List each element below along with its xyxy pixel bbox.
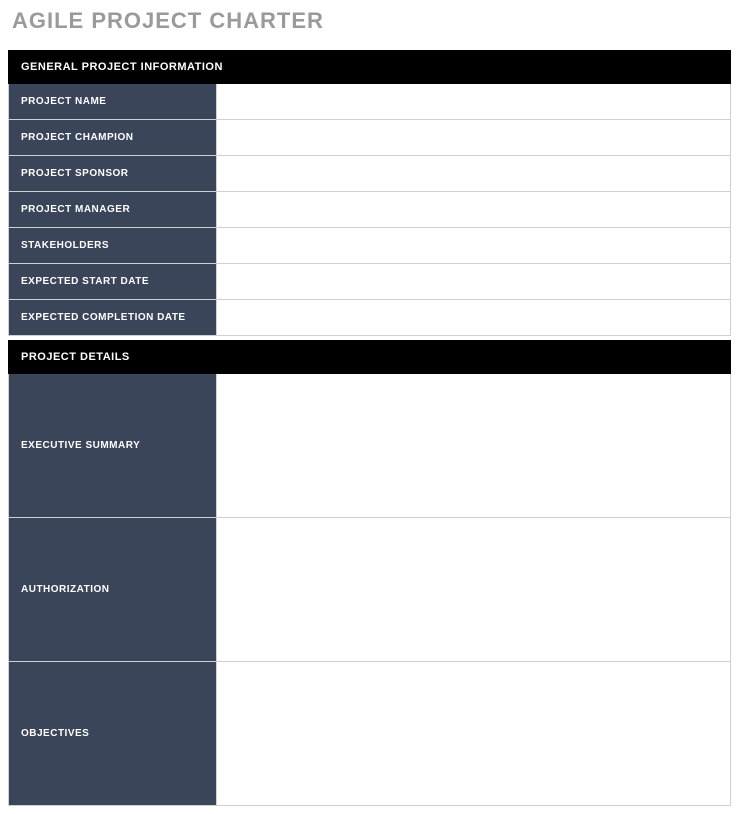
- row-executive-summary: EXECUTIVE SUMMARY: [8, 374, 731, 518]
- label-expected-start: EXPECTED START DATE: [9, 264, 217, 299]
- label-project-sponsor: PROJECT SPONSOR: [9, 156, 217, 191]
- label-project-champion: PROJECT CHAMPION: [9, 120, 217, 155]
- section-header-details: PROJECT DETAILS: [8, 340, 731, 374]
- value-expected-completion[interactable]: [217, 300, 730, 335]
- label-expected-completion: EXPECTED COMPLETION DATE: [9, 300, 217, 335]
- row-project-sponsor: PROJECT SPONSOR: [8, 156, 731, 192]
- value-project-champion[interactable]: [217, 120, 730, 155]
- label-project-name: PROJECT NAME: [9, 84, 217, 119]
- row-project-manager: PROJECT MANAGER: [8, 192, 731, 228]
- label-objectives: OBJECTIVES: [9, 662, 217, 805]
- row-objectives: OBJECTIVES: [8, 662, 731, 806]
- label-stakeholders: STAKEHOLDERS: [9, 228, 217, 263]
- page-title: AGILE PROJECT CHARTER: [12, 8, 731, 34]
- value-authorization[interactable]: [217, 518, 730, 661]
- row-authorization: AUTHORIZATION: [8, 518, 731, 662]
- row-expected-completion: EXPECTED COMPLETION DATE: [8, 300, 731, 336]
- row-stakeholders: STAKEHOLDERS: [8, 228, 731, 264]
- value-executive-summary[interactable]: [217, 374, 730, 517]
- row-project-champion: PROJECT CHAMPION: [8, 120, 731, 156]
- label-project-manager: PROJECT MANAGER: [9, 192, 217, 227]
- value-stakeholders[interactable]: [217, 228, 730, 263]
- row-expected-start: EXPECTED START DATE: [8, 264, 731, 300]
- value-project-name[interactable]: [217, 84, 730, 119]
- value-objectives[interactable]: [217, 662, 730, 805]
- label-executive-summary: EXECUTIVE SUMMARY: [9, 374, 217, 517]
- row-project-name: PROJECT NAME: [8, 84, 731, 120]
- value-expected-start[interactable]: [217, 264, 730, 299]
- value-project-manager[interactable]: [217, 192, 730, 227]
- value-project-sponsor[interactable]: [217, 156, 730, 191]
- label-authorization: AUTHORIZATION: [9, 518, 217, 661]
- section-header-general: GENERAL PROJECT INFORMATION: [8, 50, 731, 84]
